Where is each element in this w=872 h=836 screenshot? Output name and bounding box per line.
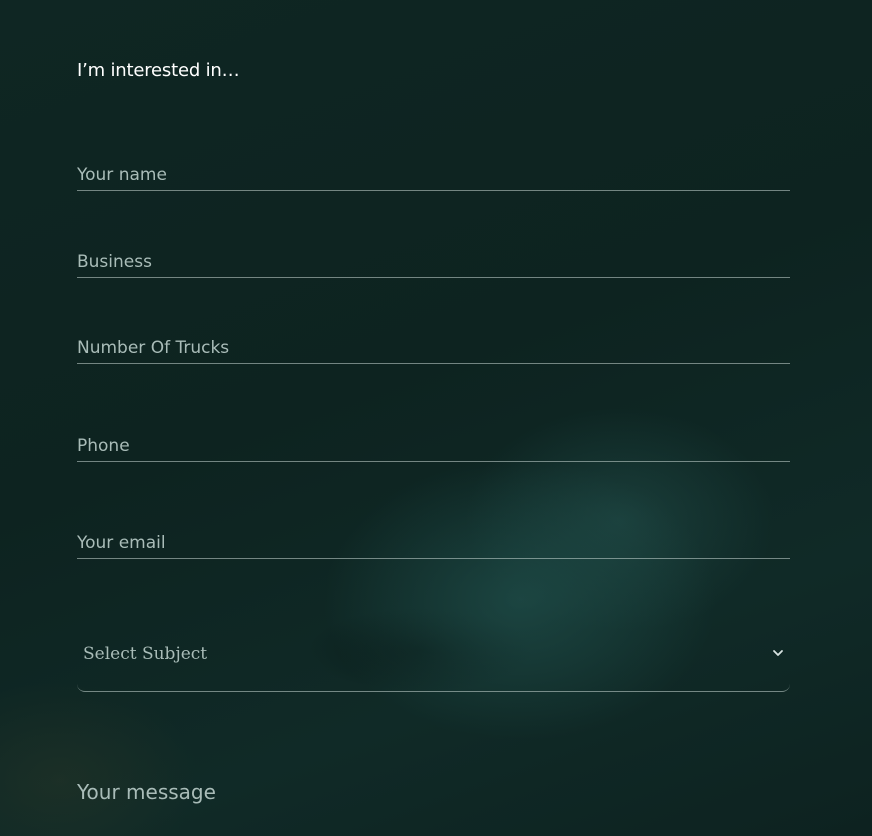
number-of-trucks-input[interactable]: [77, 333, 790, 363]
contact-form: I’m interested in… Select Subject Your m…: [77, 0, 790, 836]
business-field-wrap: [77, 247, 790, 278]
business-input[interactable]: [77, 247, 790, 277]
email-field-wrap: [77, 528, 790, 559]
phone-field-wrap: [77, 431, 790, 462]
name-input[interactable]: [77, 160, 790, 190]
subject-select-value: Select Subject: [83, 644, 208, 664]
trucks-field-wrap: [77, 333, 790, 364]
phone-input[interactable]: [77, 431, 790, 461]
email-input[interactable]: [77, 528, 790, 558]
chevron-down-icon: [773, 650, 783, 656]
name-field-wrap: [77, 160, 790, 191]
subject-select[interactable]: Select Subject: [77, 618, 790, 692]
interest-heading: I’m interested in…: [77, 60, 240, 81]
message-label[interactable]: Your message: [77, 780, 216, 804]
